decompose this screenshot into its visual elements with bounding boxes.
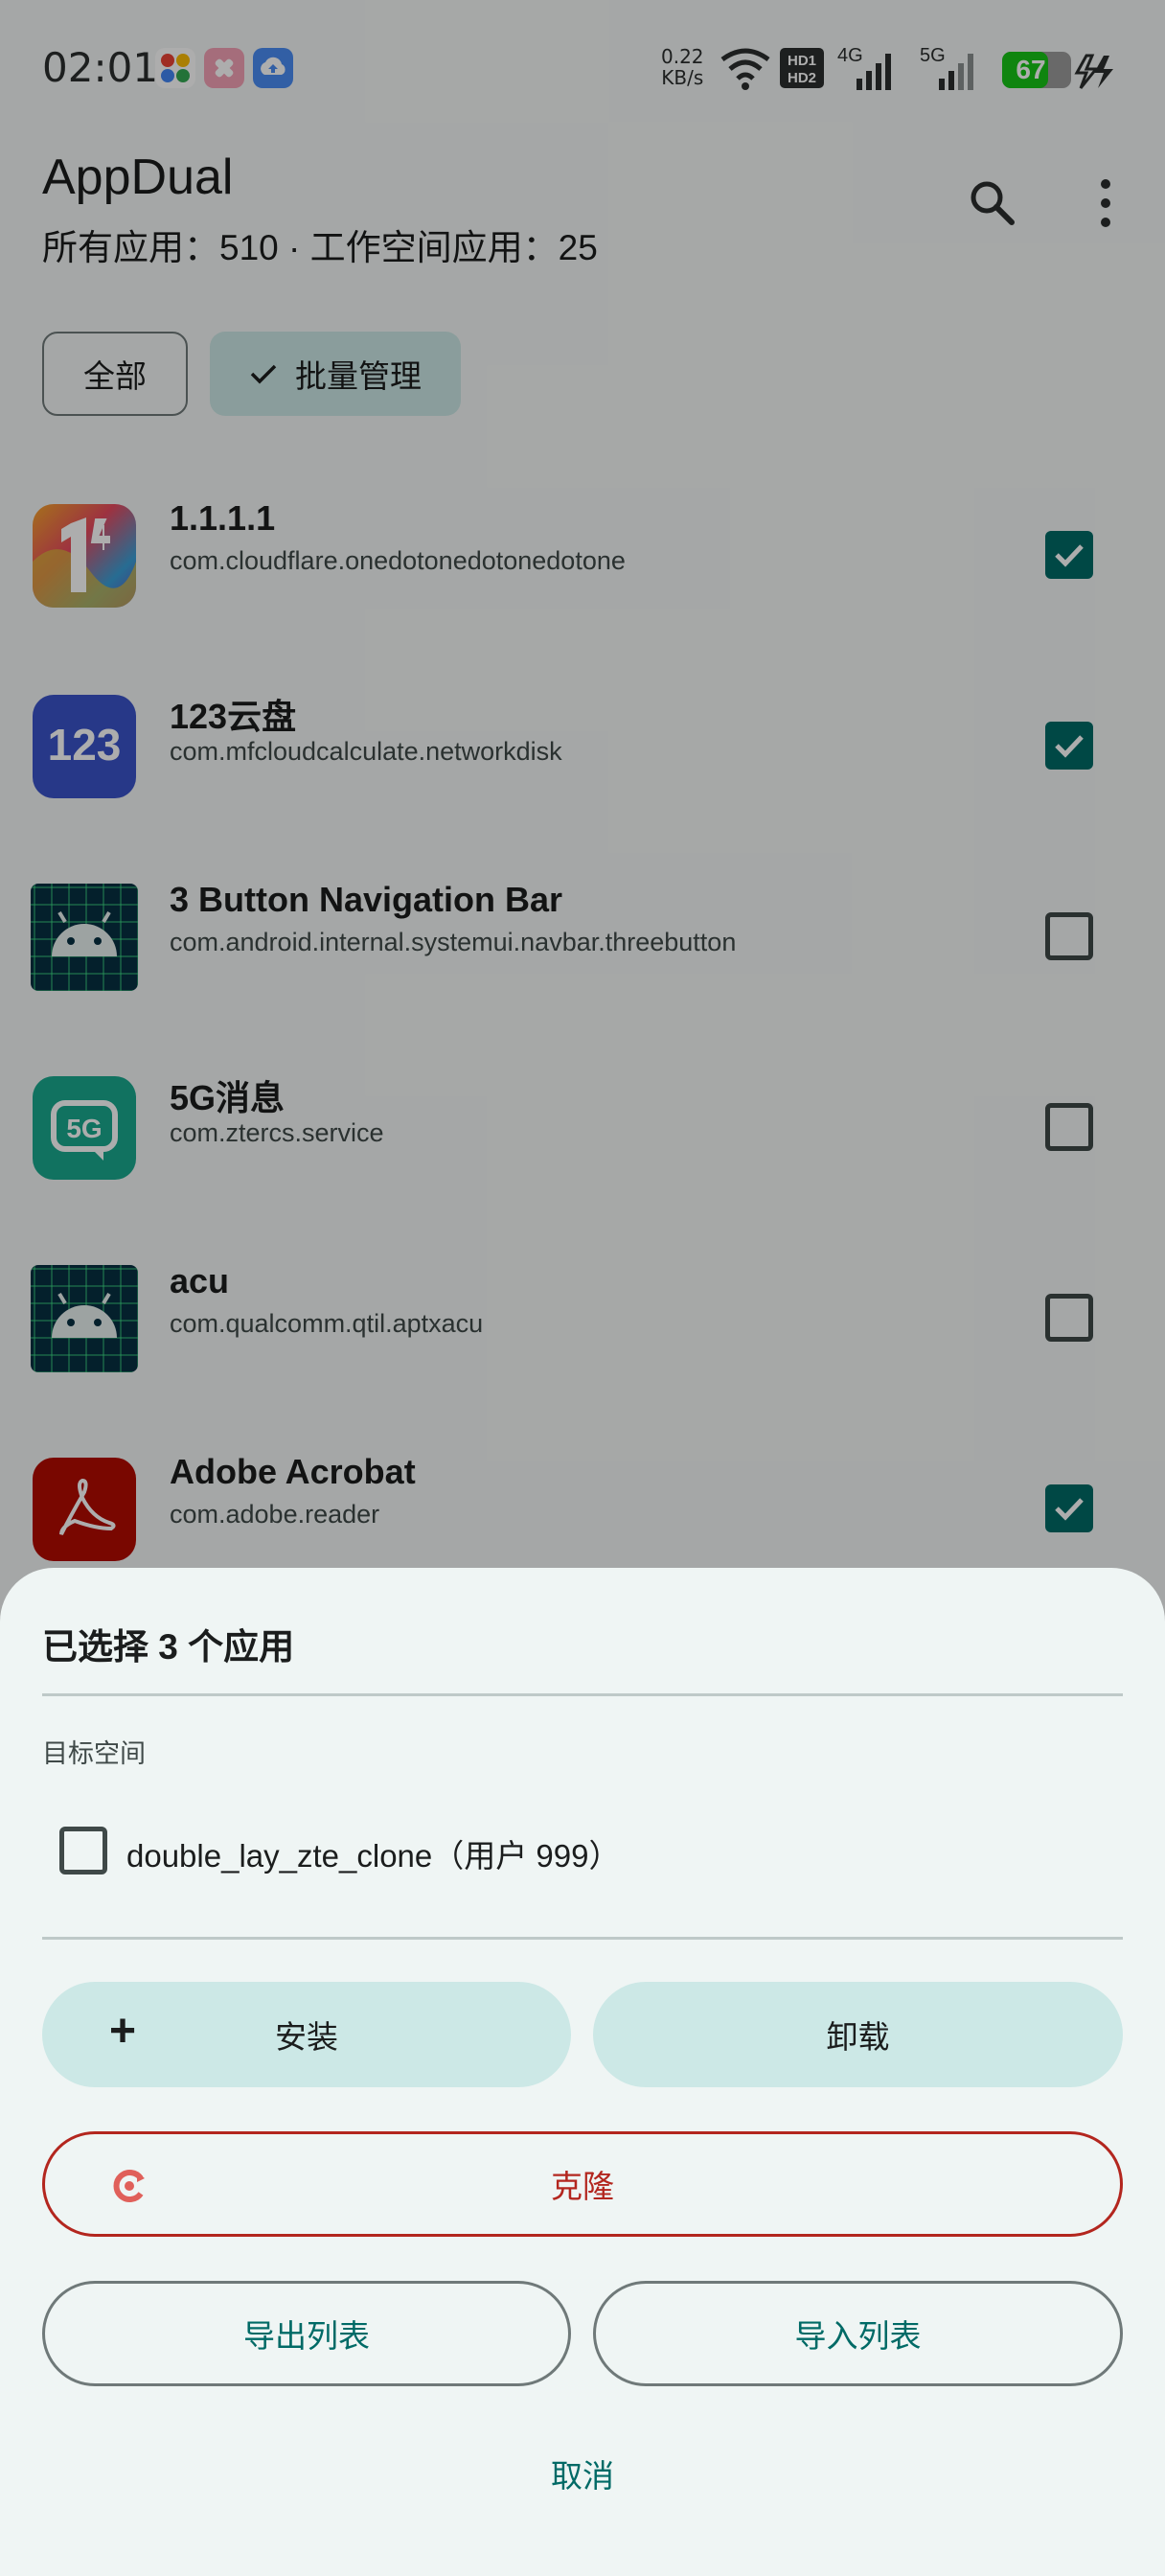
export-list-button[interactable]: 导出列表 bbox=[42, 2281, 571, 2386]
uninstall-button[interactable]: 卸载 bbox=[593, 1982, 1123, 2087]
batch-action-sheet: 已选择 3 个应用 目标空间 double_lay_zte_clone（用户 9… bbox=[0, 1568, 1165, 2576]
divider bbox=[42, 1693, 1123, 1696]
uninstall-label: 卸载 bbox=[826, 2019, 890, 2055]
install-button[interactable]: + 安装 bbox=[42, 1982, 571, 2087]
clone-icon bbox=[113, 2170, 145, 2202]
space-option-checkbox[interactable] bbox=[59, 1827, 107, 1874]
space-option-label[interactable]: double_lay_zte_clone（用户 999） bbox=[126, 1830, 620, 1876]
clone-label: 克隆 bbox=[551, 2169, 614, 2204]
target-space-label: 目标空间 bbox=[42, 1739, 146, 1768]
export-label: 导出列表 bbox=[243, 2318, 370, 2354]
clone-button[interactable]: 克隆 bbox=[42, 2131, 1123, 2237]
plus-icon: + bbox=[109, 2006, 137, 2057]
import-list-button[interactable]: 导入列表 bbox=[593, 2281, 1123, 2386]
install-label: 安装 bbox=[275, 2019, 338, 2055]
sheet-title: 已选择 3 个应用 bbox=[42, 1627, 295, 1667]
divider bbox=[42, 1937, 1123, 1940]
import-label: 导入列表 bbox=[794, 2318, 922, 2354]
cancel-label: 取消 bbox=[551, 2458, 614, 2494]
cancel-button[interactable]: 取消 bbox=[487, 2440, 678, 2507]
screen: 02:01 0.22 KB/s HD1 HD2 4G 5G 67 AppDual… bbox=[0, 0, 1165, 2576]
